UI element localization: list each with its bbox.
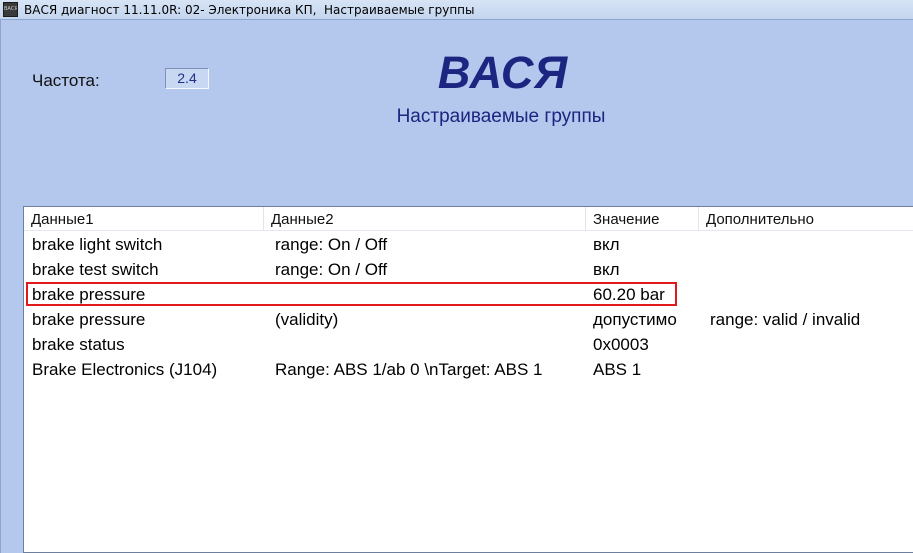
table-row[interactable]: brake light switch range: On / Off вкл <box>24 232 913 257</box>
data-grid[interactable]: Данные1 Данные2 Значение Дополнительно b… <box>23 206 913 553</box>
cell-value: допустимо <box>593 310 677 329</box>
table-row[interactable]: brake pressure (validity) допустимо rang… <box>24 307 913 332</box>
cell-data1: brake pressure <box>32 285 146 304</box>
cell-data2: (validity) <box>275 310 339 329</box>
cell-data2: Range: ABS 1/ab 0 \nTarget: ABS 1 <box>275 360 543 379</box>
brand-logo: ВАСЯ <box>437 47 569 98</box>
frequency-label: Частота: <box>32 71 100 90</box>
cell-data2: range: On / Off <box>275 235 388 254</box>
cell-value: вкл <box>593 260 620 279</box>
grid-header: Данные1 Данные2 Значение Дополнительно <box>24 207 913 231</box>
cell-data1: brake pressure <box>32 310 146 329</box>
cell-value: ABS 1 <box>593 360 642 379</box>
column-header-extra[interactable]: Дополнительно <box>699 207 913 230</box>
column-header-data1[interactable]: Данные1 <box>24 207 264 230</box>
table-row[interactable]: Brake Electronics (J104) Range: ABS 1/ab… <box>24 357 913 382</box>
cell-data1: brake status <box>32 335 125 354</box>
app-icon[interactable]: ВАСЯ <box>3 2 18 17</box>
cell-value: 0x0003 <box>593 335 649 354</box>
client-area: Частота: 2.4 ВАСЯ Настраиваемые группы Д… <box>0 20 913 553</box>
window-title: ВАСЯ диагност 11.11.0R: 02- Электроника … <box>24 3 475 17</box>
cell-extra: range: valid / invalid <box>710 310 861 329</box>
cell-data1: brake test switch <box>32 260 159 279</box>
page-subtitle: Настраиваемые группы <box>396 106 606 127</box>
cell-data2: range: On / Off <box>275 260 388 279</box>
column-header-data2[interactable]: Данные2 <box>264 207 586 230</box>
cell-value: 60.20 bar <box>593 285 665 304</box>
cell-value: вкл <box>593 235 620 254</box>
window-titlebar[interactable]: ВАСЯ ВАСЯ диагност 11.11.0R: 02- Электро… <box>0 0 913 20</box>
table-row[interactable]: brake test switch range: On / Off вкл <box>24 257 913 282</box>
table-row[interactable]: brake status 0x0003 <box>24 332 913 357</box>
column-header-value[interactable]: Значение <box>586 207 699 230</box>
table-row[interactable]: brake pressure 60.20 bar <box>24 282 913 307</box>
frequency-value: 2.4 <box>165 68 209 89</box>
cell-data1: Brake Electronics (J104) <box>32 360 218 379</box>
cell-data1: brake light switch <box>32 235 163 254</box>
